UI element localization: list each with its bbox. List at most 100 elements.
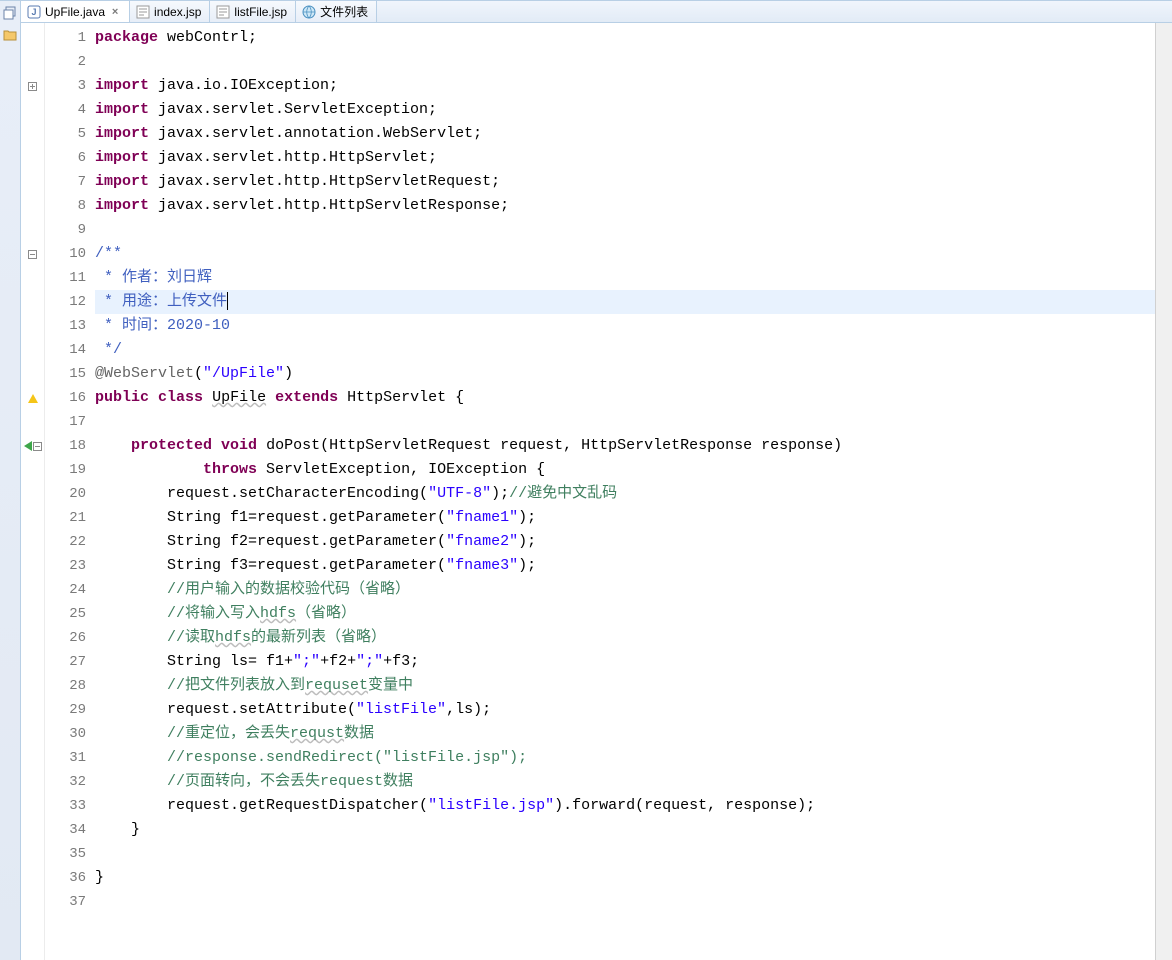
line-number: 31 xyxy=(45,746,89,770)
code-token: protected xyxy=(131,437,212,454)
close-icon[interactable]: × xyxy=(109,6,121,18)
code-token: * 时间：2020-10 xyxy=(95,317,230,334)
line-number: 1 xyxy=(45,26,89,50)
editor-tab[interactable]: listFile.jsp xyxy=(210,1,296,22)
code-line[interactable]: import javax.servlet.ServletException; xyxy=(95,98,1155,122)
code-token: 变量中 xyxy=(368,677,413,694)
code-line[interactable]: } xyxy=(95,818,1155,842)
code-line[interactable] xyxy=(95,50,1155,74)
line-number: 4 xyxy=(45,98,89,122)
code-token: public xyxy=(95,389,149,406)
code-line[interactable]: * 用途：上传文件 xyxy=(95,290,1155,314)
gutter-marker xyxy=(21,26,44,50)
fold-collapse-icon[interactable] xyxy=(33,442,42,451)
code-token: UpFile xyxy=(212,389,266,406)
code-token: "listFile" xyxy=(356,701,446,718)
line-number: 18 xyxy=(45,434,89,458)
code-content[interactable]: package webContrl; import java.io.IOExce… xyxy=(89,23,1155,960)
line-number: 11 xyxy=(45,266,89,290)
line-number: 27 xyxy=(45,650,89,674)
gutter-marker xyxy=(21,458,44,482)
editor-tab[interactable]: index.jsp xyxy=(130,1,210,22)
code-token: "listFile.jsp" xyxy=(428,797,554,814)
text-caret xyxy=(227,292,228,310)
code-line[interactable]: package webContrl; xyxy=(95,26,1155,50)
code-token: request.getRequestDispatcher( xyxy=(95,797,428,814)
code-token: import xyxy=(95,101,149,118)
marker-gutter xyxy=(21,23,45,960)
code-token: String f3=request.getParameter( xyxy=(95,557,446,574)
code-line[interactable]: import java.io.IOException; xyxy=(95,74,1155,98)
folder-icon[interactable] xyxy=(2,27,18,43)
code-line[interactable]: /** xyxy=(95,242,1155,266)
code-line[interactable]: //重定位，会丢失requst数据 xyxy=(95,722,1155,746)
code-line[interactable]: String f2=request.getParameter("fname2")… xyxy=(95,530,1155,554)
code-line[interactable]: request.getRequestDispatcher("listFile.j… xyxy=(95,794,1155,818)
code-token: hdfs xyxy=(260,605,296,622)
gutter-marker xyxy=(21,818,44,842)
tab-label: index.jsp xyxy=(154,5,201,19)
gutter-marker xyxy=(21,386,44,410)
code-token: hdfs xyxy=(215,629,251,646)
code-line[interactable]: throws ServletException, IOException { xyxy=(95,458,1155,482)
code-line[interactable]: request.setCharacterEncoding("UTF-8");//… xyxy=(95,482,1155,506)
code-line[interactable] xyxy=(95,890,1155,914)
gutter-marker xyxy=(21,650,44,674)
code-token: import xyxy=(95,173,149,190)
fold-expand-icon[interactable] xyxy=(28,82,37,91)
code-line[interactable]: String ls= f1+";"+f2+";"+f3; xyxy=(95,650,1155,674)
code-line[interactable]: import javax.servlet.http.HttpServletReq… xyxy=(95,170,1155,194)
gutter-marker xyxy=(21,362,44,386)
line-number: 30 xyxy=(45,722,89,746)
code-line[interactable]: import javax.servlet.annotation.WebServl… xyxy=(95,122,1155,146)
ide-window: JUpFile.java× index.jsp listFile.jsp文件列表 1… xyxy=(0,0,1172,960)
code-token: ";" xyxy=(293,653,320,670)
code-token: "fname1" xyxy=(446,509,518,526)
code-line[interactable]: request.setAttribute("listFile",ls); xyxy=(95,698,1155,722)
code-token: doPost(HttpServletRequest request, HttpS… xyxy=(257,437,842,454)
code-token: String f2=request.getParameter( xyxy=(95,533,446,550)
code-token: "/UpFile" xyxy=(203,365,284,382)
svg-text:J: J xyxy=(31,7,36,17)
code-line[interactable]: //页面转向，不会丢失request数据 xyxy=(95,770,1155,794)
code-line[interactable]: import javax.servlet.http.HttpServlet; xyxy=(95,146,1155,170)
code-line[interactable]: * 作者：刘日辉 xyxy=(95,266,1155,290)
gutter-marker xyxy=(21,218,44,242)
code-line[interactable]: //读取hdfs的最新列表（省略） xyxy=(95,626,1155,650)
gutter-marker xyxy=(21,674,44,698)
code-line[interactable]: String f1=request.getParameter("fname1")… xyxy=(95,506,1155,530)
fold-collapse-icon[interactable] xyxy=(28,250,37,259)
line-number: 7 xyxy=(45,170,89,194)
gutter-marker xyxy=(21,290,44,314)
code-line[interactable] xyxy=(95,842,1155,866)
code-line[interactable]: //用户输入的数据校验代码（省略） xyxy=(95,578,1155,602)
code-line[interactable]: protected void doPost(HttpServletRequest… xyxy=(95,434,1155,458)
code-line[interactable] xyxy=(95,218,1155,242)
editor-tab[interactable]: 文件列表 xyxy=(296,1,377,22)
code-line[interactable]: String f3=request.getParameter("fname3")… xyxy=(95,554,1155,578)
line-number: 29 xyxy=(45,698,89,722)
code-line[interactable]: @WebServlet("/UpFile") xyxy=(95,362,1155,386)
code-line[interactable]: //把文件列表放入到requset变量中 xyxy=(95,674,1155,698)
line-number: 23 xyxy=(45,554,89,578)
line-number: 12 xyxy=(45,290,89,314)
code-line[interactable]: } xyxy=(95,866,1155,890)
gutter-marker xyxy=(21,506,44,530)
code-line[interactable]: public class UpFile extends HttpServlet … xyxy=(95,386,1155,410)
gutter-marker xyxy=(21,626,44,650)
restore-icon[interactable] xyxy=(2,5,18,21)
editor-tab[interactable]: JUpFile.java× xyxy=(21,1,130,23)
code-token: //把文件列表放入到 xyxy=(167,677,305,694)
code-line[interactable]: */ xyxy=(95,338,1155,362)
code-line[interactable]: import javax.servlet.http.HttpServletRes… xyxy=(95,194,1155,218)
warning-icon[interactable] xyxy=(28,394,38,403)
code-token: ) xyxy=(284,365,293,382)
code-line[interactable]: //response.sendRedirect("listFile.jsp"); xyxy=(95,746,1155,770)
line-number: 35 xyxy=(45,842,89,866)
code-line[interactable]: //将输入写入hdfs（省略） xyxy=(95,602,1155,626)
code-line[interactable]: * 时间：2020-10 xyxy=(95,314,1155,338)
code-line[interactable] xyxy=(95,410,1155,434)
overview-ruler[interactable] xyxy=(1155,23,1172,960)
line-number: 9 xyxy=(45,218,89,242)
override-icon[interactable] xyxy=(24,441,32,451)
